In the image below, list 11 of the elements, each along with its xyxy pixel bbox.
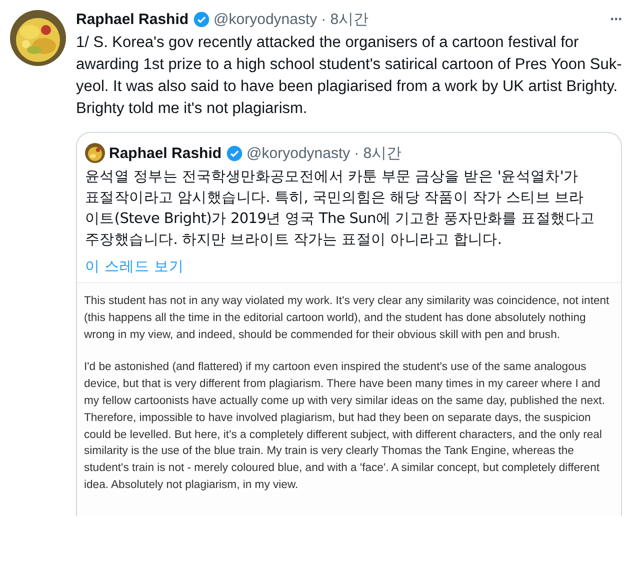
tweet-text: 1/ S. Korea's gov recently attacked the organisers of a cartoon festival for awarding 1st prize to a high school student's satirical cartoon of Pres Yoon Suk-yeol. It was also said to have been plagiarised from a work by UK artist Brighty. Brighty told me it's not plagiarism. — [76, 33, 623, 119]
author-handle[interactable]: @koryodynasty — [214, 11, 318, 28]
statement-paragraph: I'd be astonished (and flattered) if my cartoon even inspired the student's use of the same analogous device, but that is very different from plagiarism. There have been many times in my career where I and my fellow cartoonists have actually come up with very similar ideas on the same day, published the next. Therefore, impossible to have involved plagiarism, but had they been on separate days, the suspicion could be levelled. But here, it's a completely different subject, with different characters, and the only real similarity is the use of the blue train. My train is very clearly Thomas the Tank Engine, whereas the student's train is not - merely coloured blue, and with a 'face'. A similar concept, but completely different idea. Absolutely not plagiarism, in my view. — [84, 360, 606, 493]
author-handle[interactable]: @koryodynasty — [246, 144, 350, 162]
post-time[interactable]: · 8시간 — [321, 10, 369, 29]
statement-paragraph: This student has not in any way violated my work. It's very clear any similarity was coincidence, not intent (this happens all the time in the editorial cartoon world), and the student has done absolutely nothing wrong in my view, and indeed, should be commended for their obvious skill with pen and brush. — [84, 294, 610, 343]
post-time[interactable]: · 8시간 — [354, 144, 402, 162]
more-menu-icon[interactable]: ··· — [610, 11, 622, 28]
author-name[interactable]: Raphael Rashid — [109, 144, 222, 162]
quote-text: 윤석열 정부는 전국학생만화공모전에서 카툰 부문 금상을 받은 '윤석열차'가 표절작이라고 암시했습니다. 특히, 국민의힘은 해당 작품이 작가 스티브 브라이트(Steve Bright)가 2019년 영국 The Sun에 기고한 풍자만화를 표절했다고 주장했습니다. 하지만 브라이트 작가는 표절이 아니라고 합니다. — [85, 168, 596, 250]
author-name[interactable]: Raphael Rashid — [76, 11, 189, 28]
